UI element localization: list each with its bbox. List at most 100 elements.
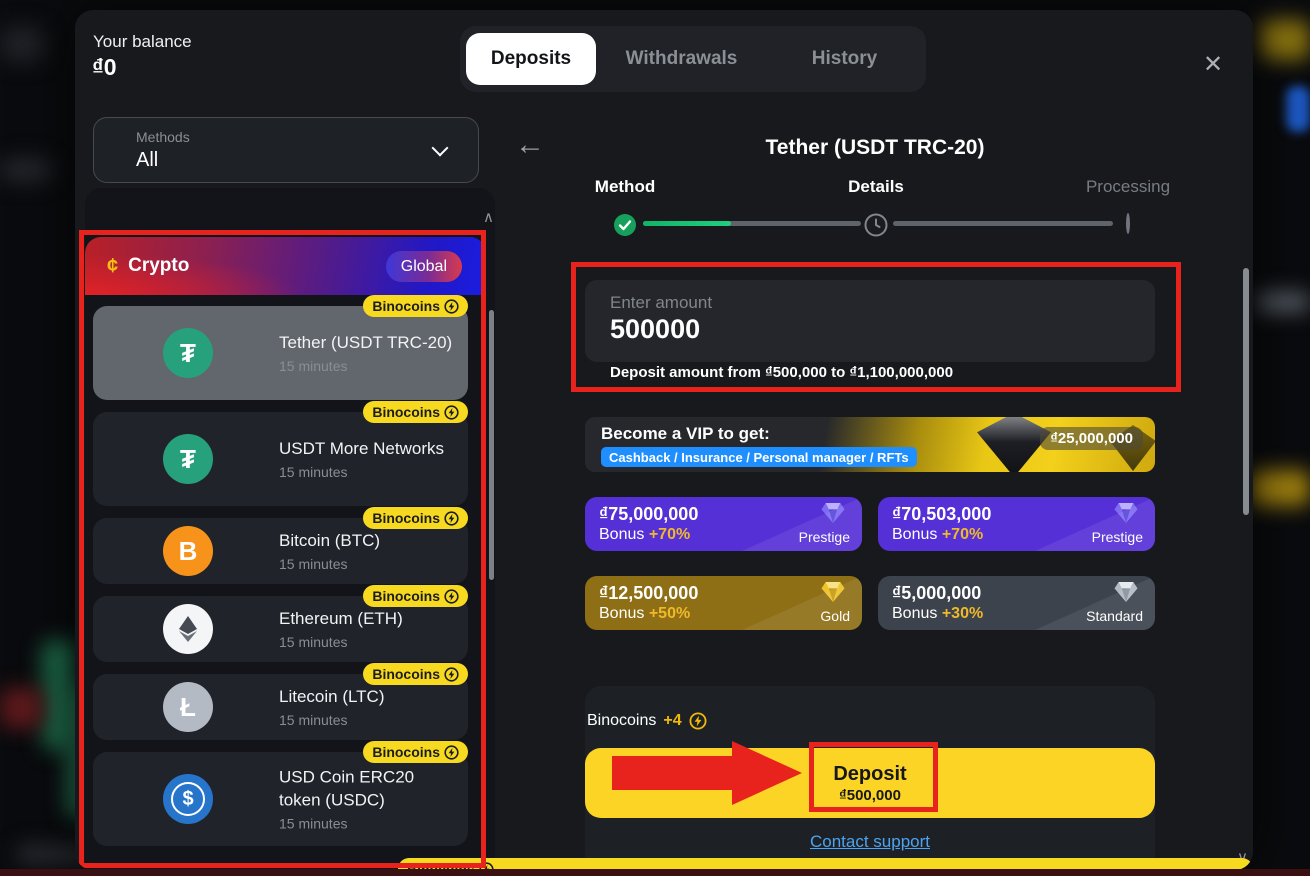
methods-select-value: All	[136, 149, 158, 172]
bonus-card-prestige-1[interactable]: ₫75,000,000 Bonus +70% Prestige	[585, 497, 862, 551]
background-blur-shape	[1286, 86, 1310, 132]
amount-helper-text: Deposit amount from ₫500,000 to ₫1,100,0…	[610, 364, 953, 381]
amount-value: 500000	[610, 314, 700, 345]
lightning-coin-icon	[689, 712, 707, 730]
gem-icon-prestige	[820, 502, 846, 529]
method-name: USDT More Networks	[279, 438, 459, 461]
bonus-value: +70%	[649, 526, 690, 543]
step-method-label: Method	[595, 177, 655, 197]
bonus-amount: ₫75,000,000	[599, 504, 698, 525]
lightning-coin-icon	[444, 667, 459, 682]
bonus-label: Bonus	[599, 526, 644, 543]
method-name: USD Coin ERC20 token (USDC)	[279, 767, 459, 813]
balance-label: Your balance	[93, 32, 192, 52]
background-blur-shape	[0, 26, 44, 62]
method-eta: 15 minutes	[279, 556, 459, 572]
bonus-card-prestige-2[interactable]: ₫70,503,000 Bonus +70% Prestige	[878, 497, 1155, 551]
method-eta: 15 minutes	[279, 815, 459, 831]
usdc-icon: $	[163, 774, 213, 824]
vip-banner[interactable]: Become a VIP to get: Cashback / Insuranc…	[585, 417, 1155, 472]
amount-input[interactable]: Enter amount 500000	[585, 280, 1155, 362]
method-item-bitcoin[interactable]: Binocoins B Bitcoin (BTC)15 minutes	[93, 518, 468, 584]
binocoins-badge: Binocoins	[363, 663, 468, 685]
binocoins-badge: Binocoins	[363, 401, 468, 423]
contact-support-link[interactable]: Contact support	[585, 832, 1155, 852]
modal-scrollbar[interactable]	[1243, 268, 1249, 515]
bonus-card-gold[interactable]: ₫12,500,000 Bonus +50% Gold	[585, 576, 862, 630]
bonus-label: Bonus	[892, 526, 937, 543]
tab-withdrawals[interactable]: Withdrawals	[600, 48, 763, 70]
bonus-value: +50%	[649, 605, 690, 622]
bonus-amount: ₫70,503,000	[892, 504, 991, 525]
method-eta: 15 minutes	[279, 464, 459, 480]
deposit-stepper: Method Details Processing	[585, 177, 1155, 247]
lightning-coin-icon	[444, 511, 459, 526]
chevron-down-icon	[432, 140, 449, 157]
close-icon[interactable]: ✕	[1197, 48, 1229, 80]
methods-select[interactable]: Methods All	[93, 117, 479, 183]
vip-banner-title: Become a VIP to get:	[601, 424, 770, 444]
lightning-coin-icon	[444, 745, 459, 760]
chevron-up-icon: ∧	[483, 208, 494, 226]
vip-banner-perks: Cashback / Insurance / Personal manager …	[601, 447, 917, 467]
step-done-check-icon	[613, 213, 637, 242]
balance-value: ₫0	[92, 54, 117, 81]
bonus-amount: ₫12,500,000	[599, 583, 698, 604]
bonus-value: +70%	[942, 526, 983, 543]
stepper-line-progress	[643, 221, 731, 226]
lightning-coin-icon	[444, 405, 459, 420]
bonus-tier: Gold	[820, 608, 850, 624]
lightning-coin-icon	[444, 299, 459, 314]
tether-icon: ₮	[163, 434, 213, 484]
binocoins-badge: Binocoins	[363, 585, 468, 607]
method-item-usdc[interactable]: Binocoins $ USD Coin ERC20 token (USDC)1…	[93, 752, 468, 846]
deposit-button-label: Deposit	[833, 763, 906, 786]
background-bottom-strip	[0, 869, 1310, 876]
gem-icon-prestige	[1113, 502, 1139, 529]
background-blur-shape	[1256, 292, 1310, 312]
deposit-footer-panel: Binocoins +4 Deposit ₫500,000 Contact su…	[585, 686, 1155, 870]
method-name: Tether (USDT TRC-20)	[279, 332, 459, 355]
bonus-tier: Prestige	[1092, 529, 1143, 545]
bonus-label: Bonus	[599, 605, 644, 622]
bonus-label: Bonus	[892, 605, 937, 622]
background-candle-red	[0, 688, 44, 728]
binocoins-badge: Binocoins	[363, 507, 468, 529]
crypto-section-header: ¢ Crypto Global	[85, 237, 486, 295]
methods-select-label: Methods	[136, 129, 190, 145]
method-name: Litecoin (LTC)	[279, 686, 459, 709]
tab-history[interactable]: History	[763, 48, 926, 70]
gem-icon-standard	[1113, 581, 1139, 608]
tab-deposits[interactable]: Deposits	[466, 33, 596, 85]
gem-icon-gold	[820, 581, 846, 608]
binocoins-badge: Binocoins	[363, 741, 468, 763]
list-scrollbar[interactable]	[489, 310, 494, 580]
bonus-tier: Prestige	[799, 529, 850, 545]
method-item-tether-trc20[interactable]: Binocoins ₮ Tether (USDT TRC-20)15 minut…	[93, 306, 468, 400]
vip-banner-amount: ₫25,000,000	[1040, 427, 1143, 450]
deposit-button[interactable]: Deposit ₫500,000	[585, 748, 1155, 818]
bonus-card-standard[interactable]: ₫5,000,000 Bonus +30% Standard	[878, 576, 1155, 630]
background-blur-shape	[0, 158, 52, 182]
method-eta: 15 minutes	[279, 358, 459, 374]
amount-placeholder: Enter amount	[610, 293, 712, 313]
method-item-litecoin[interactable]: Binocoins Ł Litecoin (LTC)15 minutes	[93, 674, 468, 740]
background-blur-shape	[1260, 20, 1310, 60]
global-badge: Global	[386, 251, 462, 282]
bitcoin-icon: B	[163, 526, 213, 576]
stepper-line	[893, 221, 1113, 226]
binocoins-label: Binocoins	[587, 712, 656, 730]
bonus-amount: ₫5,000,000	[892, 583, 981, 604]
method-item-usdt-more[interactable]: Binocoins ₮ USDT More Networks15 minutes	[93, 412, 468, 506]
lightning-coin-icon	[444, 589, 459, 604]
ethereum-icon	[163, 604, 213, 654]
crypto-section-title: Crypto	[128, 255, 189, 277]
background-blur-shape	[1250, 470, 1310, 506]
bonus-tier: Standard	[1086, 608, 1143, 624]
method-item-ethereum[interactable]: Binocoins Ethereum (ETH)15 minutes	[93, 596, 468, 662]
crypto-coin-icon: ¢	[107, 255, 118, 278]
binocoins-value: +4	[663, 712, 681, 730]
method-name: Bitcoin (BTC)	[279, 530, 459, 553]
binocoins-summary: Binocoins +4	[587, 712, 707, 730]
step-current-clock-icon	[864, 213, 888, 242]
